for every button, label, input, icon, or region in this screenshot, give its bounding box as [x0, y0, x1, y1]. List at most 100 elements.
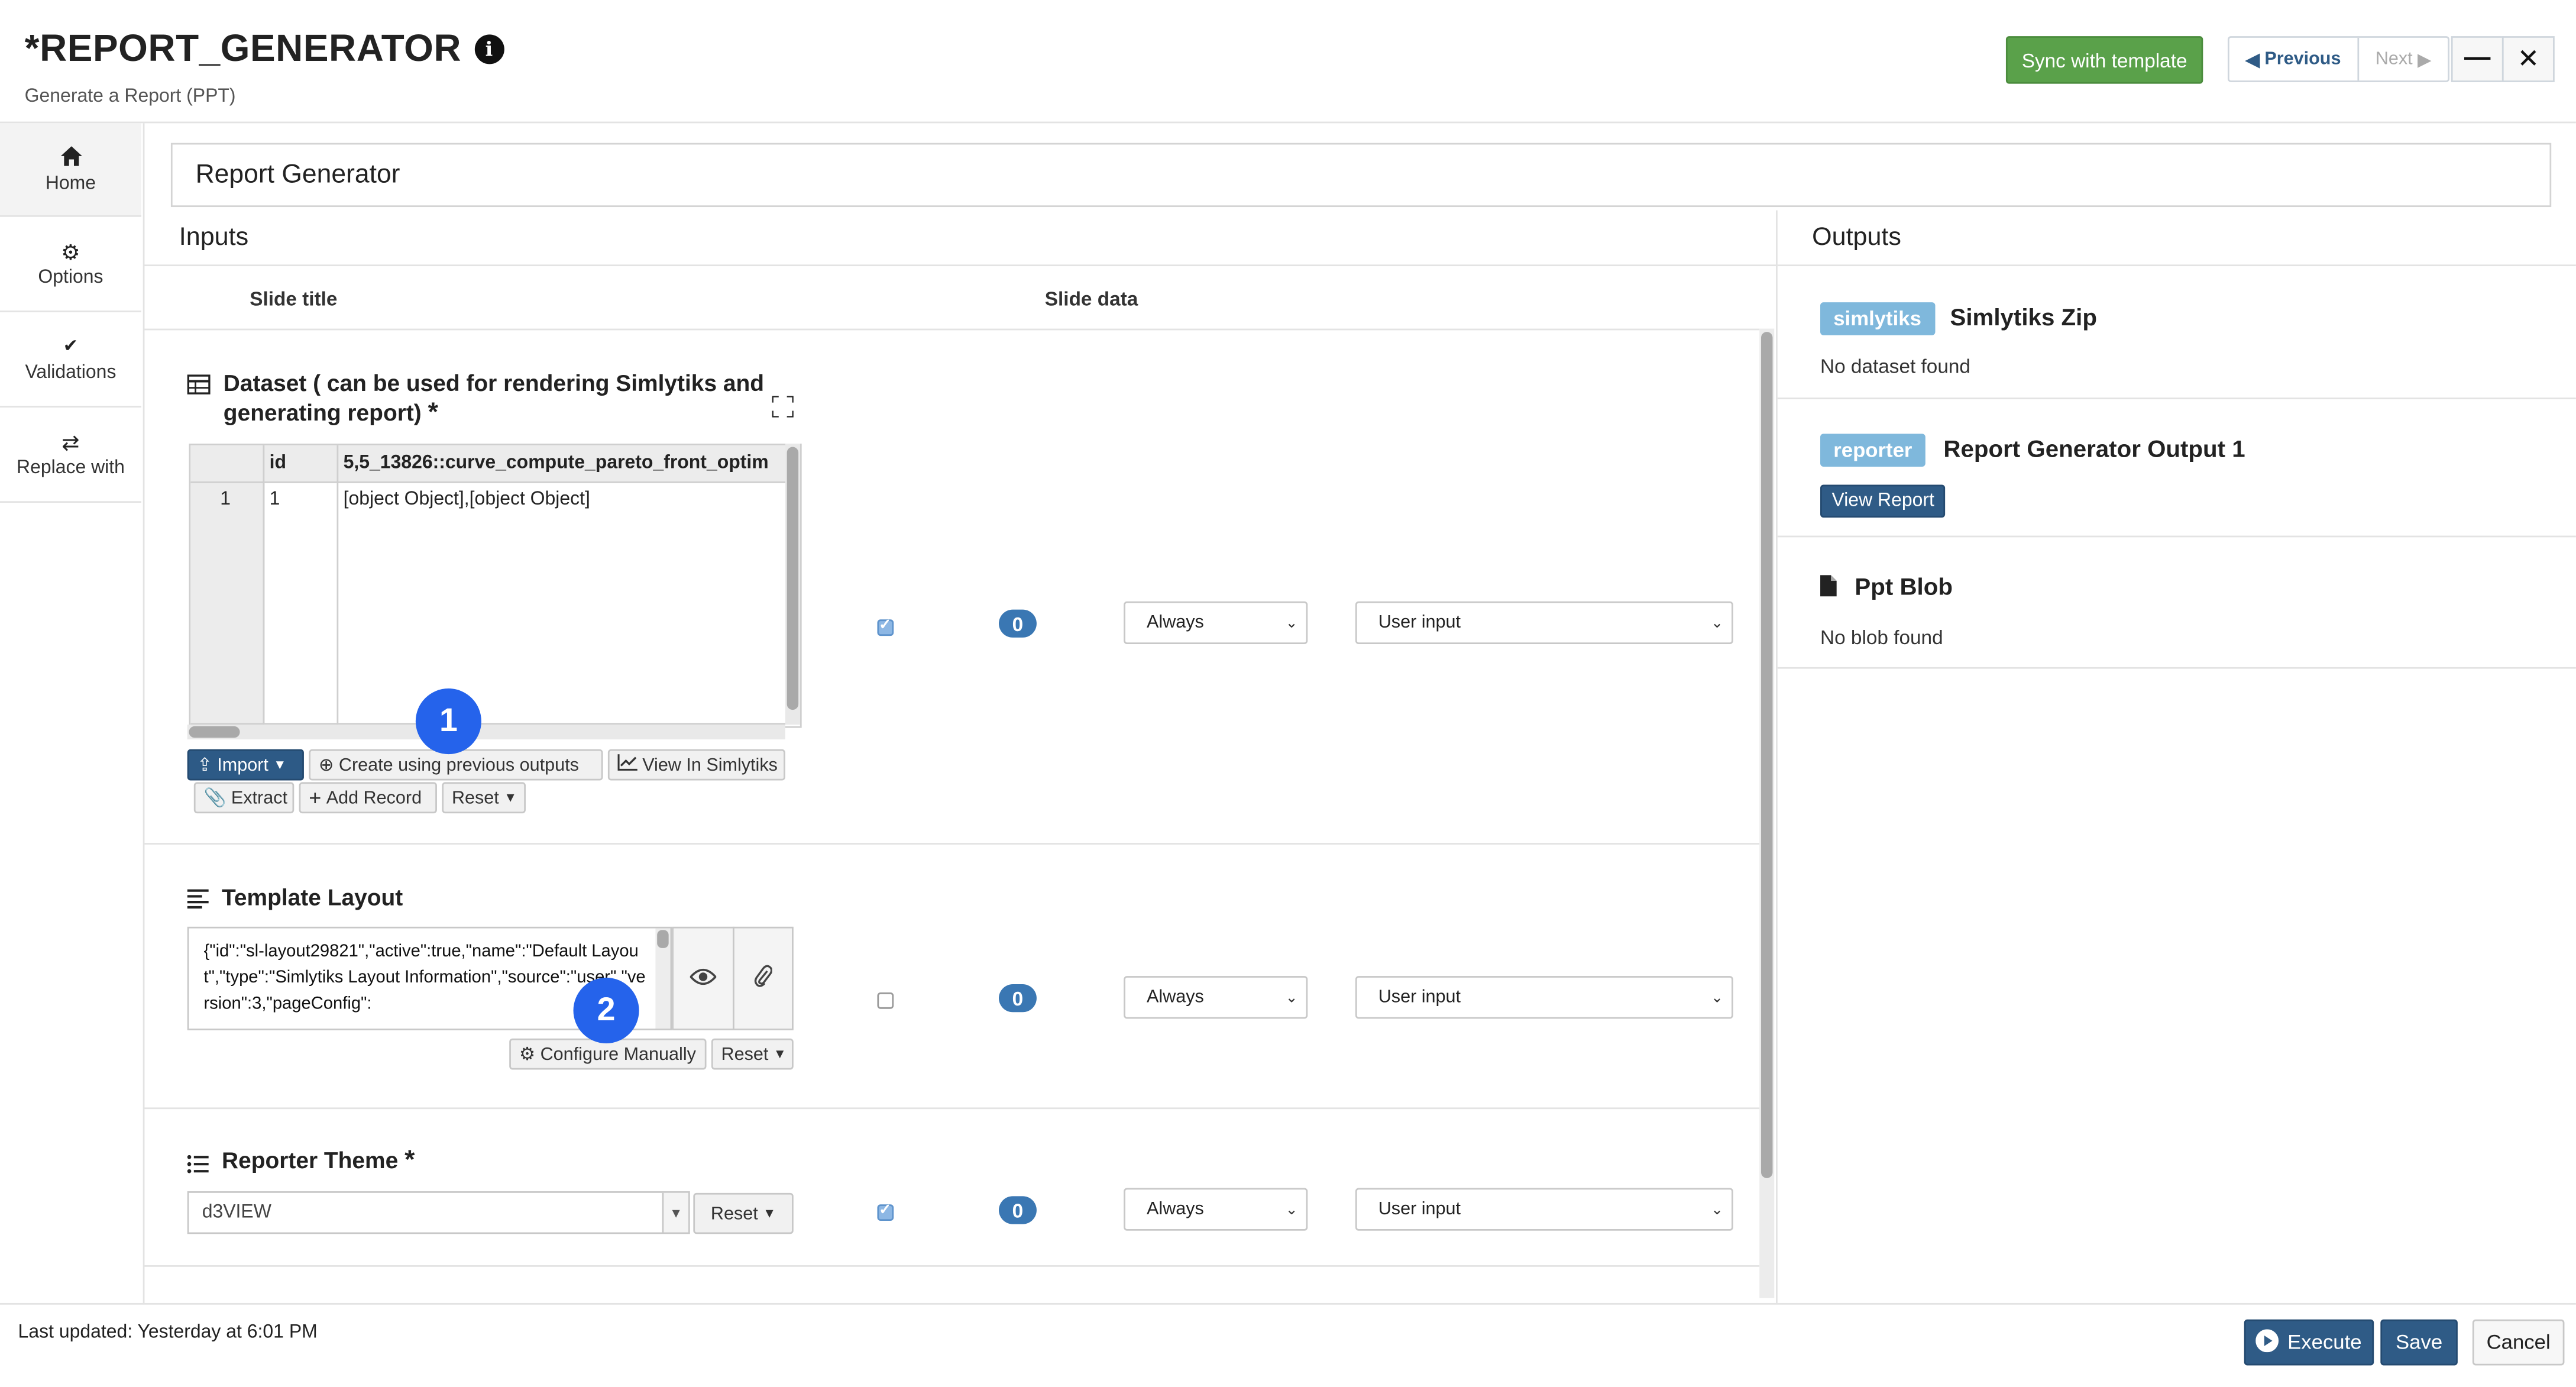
view-report-button[interactable]: View Report	[1820, 484, 1946, 518]
dataset-checkbox[interactable]	[877, 616, 894, 636]
view-label: View In Simlytiks	[642, 755, 778, 775]
expand-icon[interactable]	[771, 395, 795, 425]
dataset-source-select[interactable]: User input ⌄	[1355, 601, 1733, 644]
reporter-theme-condition-select[interactable]: Always ⌄	[1124, 1188, 1308, 1231]
annotation-marker-2: 2	[573, 977, 639, 1044]
page-title: *REPORT_GENERATOR i	[25, 26, 504, 70]
reporter-theme-title-text: Reporter Theme	[222, 1147, 399, 1173]
template-layout-title: Template Layout	[187, 882, 403, 916]
dataset-reset-button[interactable]: Reset ▼	[442, 782, 526, 814]
caret-down-icon[interactable]: ▼	[662, 1192, 688, 1233]
sidebar-item-validations[interactable]: ✔ Validations	[0, 312, 141, 408]
extract-label: Extract	[231, 788, 287, 808]
upload-icon: ⇪	[197, 755, 212, 776]
import-label: Import	[217, 755, 268, 775]
caret-right-icon: ▶	[2418, 50, 2432, 70]
dataset-count-badge: 0	[999, 609, 1037, 638]
close-button[interactable]: ✕	[2501, 36, 2555, 82]
reset-label: Reset	[710, 1203, 758, 1224]
output-divider	[1777, 667, 2576, 669]
column-slide-data: Slide data	[1044, 287, 1138, 311]
grid-header-curve[interactable]: 5,5_13826::curve_compute_pareto_front_op…	[344, 454, 791, 473]
textarea-scroll-thumb[interactable]	[657, 930, 669, 948]
template-layout-source-value: User input	[1378, 987, 1461, 1007]
reset-label: Reset	[721, 1044, 769, 1064]
chevron-down-icon: ⌄	[1711, 1201, 1724, 1218]
sidebar-item-replace-with[interactable]: ⇄ Replace with	[0, 408, 141, 503]
reporter-theme-checkbox[interactable]	[877, 1201, 894, 1221]
info-icon[interactable]: i	[474, 33, 504, 63]
home-icon	[60, 145, 82, 169]
paperclip-icon	[754, 965, 773, 992]
caret-down-icon: ▼	[273, 757, 287, 772]
inputs-heading-divider	[144, 264, 1776, 267]
grid-vertical-scroll-thumb[interactable]	[787, 447, 799, 710]
chevron-down-icon: ⌄	[1711, 614, 1724, 631]
row-divider	[144, 1107, 1760, 1110]
reporter-theme-reset-button[interactable]: Reset ▼	[693, 1192, 794, 1234]
attach-button[interactable]	[732, 926, 794, 1030]
chevron-down-icon: ⌄	[1711, 989, 1724, 1006]
template-layout-condition-select[interactable]: Always ⌄	[1124, 976, 1308, 1019]
line-chart-icon	[617, 754, 637, 775]
simlytiks-zip-note: No dataset found	[1820, 355, 1970, 378]
reporter-tag: reporter	[1820, 434, 1925, 467]
report-name-field[interactable]: Report Generator	[170, 143, 2552, 208]
sidebar: Home ⚙ Options ✔ Validations ⇄ Replace w…	[0, 123, 145, 1303]
cancel-label: Cancel	[2486, 1331, 2551, 1354]
previous-button[interactable]: ◀ Previous	[2229, 37, 2360, 81]
template-layout-source-select[interactable]: User input ⌄	[1355, 976, 1733, 1019]
column-header-divider	[144, 328, 1760, 331]
template-layout-count-badge: 0	[999, 984, 1037, 1013]
inputs-outputs-divider	[1776, 210, 1778, 1303]
reporter-theme-source-value: User input	[1378, 1199, 1461, 1220]
caret-down-icon: ▼	[773, 1046, 787, 1062]
next-button[interactable]: Next ▶	[2359, 38, 2448, 80]
template-layout-reset-button[interactable]: Reset ▼	[711, 1038, 794, 1070]
execute-label: Execute	[2287, 1331, 2362, 1354]
grid-header-id[interactable]: id	[270, 454, 286, 473]
reporter-theme-source-select[interactable]: User input ⌄	[1355, 1188, 1733, 1231]
sidebar-item-options[interactable]: ⚙ Options	[0, 217, 141, 312]
reporter-theme-title: Reporter Theme *	[187, 1145, 415, 1179]
execute-button[interactable]: Execute	[2244, 1319, 2374, 1366]
sidebar-item-label: Replace with	[16, 457, 125, 478]
required-marker: *	[404, 1147, 415, 1175]
file-icon	[1820, 575, 1837, 604]
grid-cell-id[interactable]: 1	[270, 490, 280, 509]
preview-button[interactable]	[672, 926, 734, 1030]
grid-horizontal-scroll-thumb[interactable]	[189, 726, 240, 738]
dataset-title: Dataset ( can be used for rendering Siml…	[187, 368, 787, 429]
paperclip-icon: 📎	[203, 788, 226, 809]
grid-col-divider	[336, 445, 339, 726]
grid-cell-curve[interactable]: [object Object],[object Object]	[344, 490, 590, 509]
add-record-button[interactable]: + Add Record	[299, 782, 437, 814]
dataset-condition-select[interactable]: Always ⌄	[1124, 601, 1308, 644]
row-divider	[144, 1265, 1760, 1267]
plus-icon: +	[309, 785, 322, 810]
minimize-button[interactable]: —	[2451, 36, 2504, 82]
grid-horizontal-scrollbar[interactable]	[187, 725, 785, 740]
play-circle-icon	[2256, 1328, 2280, 1356]
grid-row-number: 1	[220, 489, 231, 510]
create-using-previous-outputs-button[interactable]: ⊕ Create using previous outputs	[309, 749, 603, 781]
caret-down-icon: ▼	[763, 1206, 776, 1221]
template-layout-checkbox[interactable]	[877, 992, 894, 1009]
plus-circle-icon: ⊕	[318, 755, 334, 776]
save-button[interactable]: Save	[2380, 1319, 2458, 1366]
reporter-theme-combobox[interactable]: d3VIEW ▼	[187, 1191, 690, 1234]
import-button[interactable]: ⇪ Import ▼	[187, 749, 304, 781]
extract-button[interactable]: 📎 Extract	[193, 782, 295, 814]
ppt-blob-title: Ppt Blob	[1855, 575, 1953, 602]
dataset-grid[interactable]: id 5,5_13826::curve_compute_pareto_front…	[189, 444, 802, 728]
annotation-marker-1: 1	[415, 688, 481, 755]
check-icon: ✔	[63, 336, 79, 356]
reporter-theme-value: d3VIEW	[202, 1202, 271, 1223]
caret-down-icon: ▼	[504, 790, 517, 806]
cancel-button[interactable]: Cancel	[2472, 1319, 2565, 1366]
sync-with-template-button[interactable]: Sync with template	[2005, 36, 2203, 84]
sidebar-item-home[interactable]: Home	[0, 123, 141, 217]
view-in-simlytiks-button[interactable]: View In Simlytiks	[607, 749, 785, 781]
inputs-scroll-thumb[interactable]	[1761, 332, 1773, 1178]
eye-icon	[689, 964, 717, 993]
